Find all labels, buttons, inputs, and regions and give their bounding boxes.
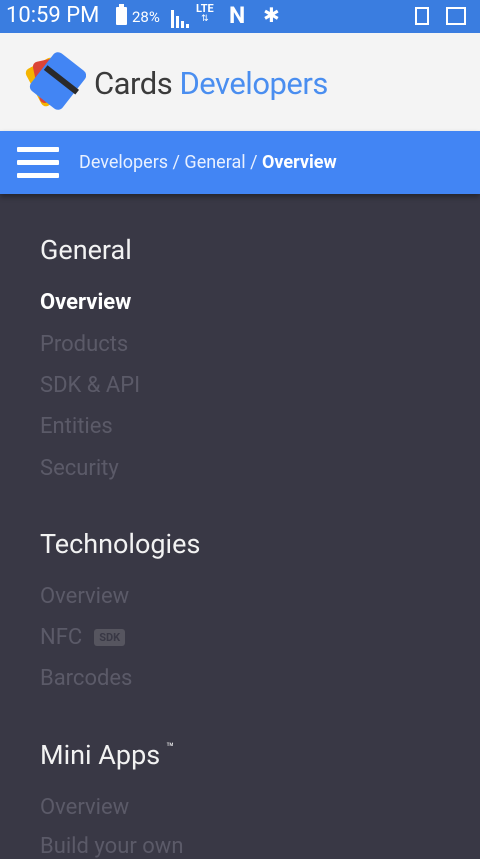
nfc-icon: N — [229, 2, 246, 29]
nav-item-technologies-overview[interactable]: Overview — [40, 584, 129, 609]
data-arrows-icon: ⇅ — [201, 14, 209, 24]
brand-primary: Cards — [94, 65, 173, 102]
app-header: Cards Developers — [0, 33, 480, 131]
sdk-badge: SDK — [94, 629, 126, 646]
breadcrumb-bar: Developers / General / Overview — [0, 131, 480, 194]
breadcrumb: Developers / General / Overview — [79, 152, 337, 173]
section-title-general: General — [40, 234, 132, 266]
nav-item-sdk-api[interactable]: SDK & API — [40, 373, 140, 398]
brand-title[interactable]: Cards Developers — [94, 65, 328, 102]
nav-item-products[interactable]: Products — [40, 332, 128, 357]
breadcrumb-current: Overview — [262, 152, 337, 173]
menu-icon[interactable] — [17, 145, 59, 179]
cards-logo-icon[interactable] — [24, 51, 86, 113]
brand-secondary: Developers — [179, 65, 328, 102]
nav-item-entities[interactable]: Entities — [40, 414, 113, 439]
battery-icon — [116, 4, 127, 25]
trademark-mark: ™ — [166, 741, 175, 756]
status-time: 10:59 PM — [6, 3, 100, 28]
section-title-technologies: Technologies — [40, 528, 201, 560]
nav-item-nfc[interactable]: NFC SDK — [40, 625, 126, 650]
nav-item-nfc-label: NFC — [40, 625, 83, 650]
signal-icon — [171, 10, 189, 28]
bluetooth-icon: ✱ — [263, 3, 280, 27]
nav-item-barcodes[interactable]: Barcodes — [40, 666, 132, 691]
nav-item-general-overview[interactable]: Overview — [40, 290, 131, 315]
network-type: LTE ⇅ — [196, 2, 214, 24]
nav-item-mini-apps-overview[interactable]: Overview — [40, 795, 129, 820]
section-title-mini-apps: Mini Apps ™ — [40, 739, 174, 771]
nav-item-build-your-own[interactable]: Build your own — [40, 834, 183, 859]
breadcrumb-path[interactable]: Developers / General / — [79, 152, 262, 173]
battery-percent: 28% — [132, 8, 160, 26]
image-icon — [446, 7, 466, 25]
nav-item-security[interactable]: Security — [40, 456, 119, 481]
status-bar: 10:59 PM 28% LTE ⇅ N ✱ — [0, 0, 480, 33]
section-title-mini-apps-label: Mini Apps — [40, 739, 161, 771]
sim-icon — [415, 7, 429, 25]
